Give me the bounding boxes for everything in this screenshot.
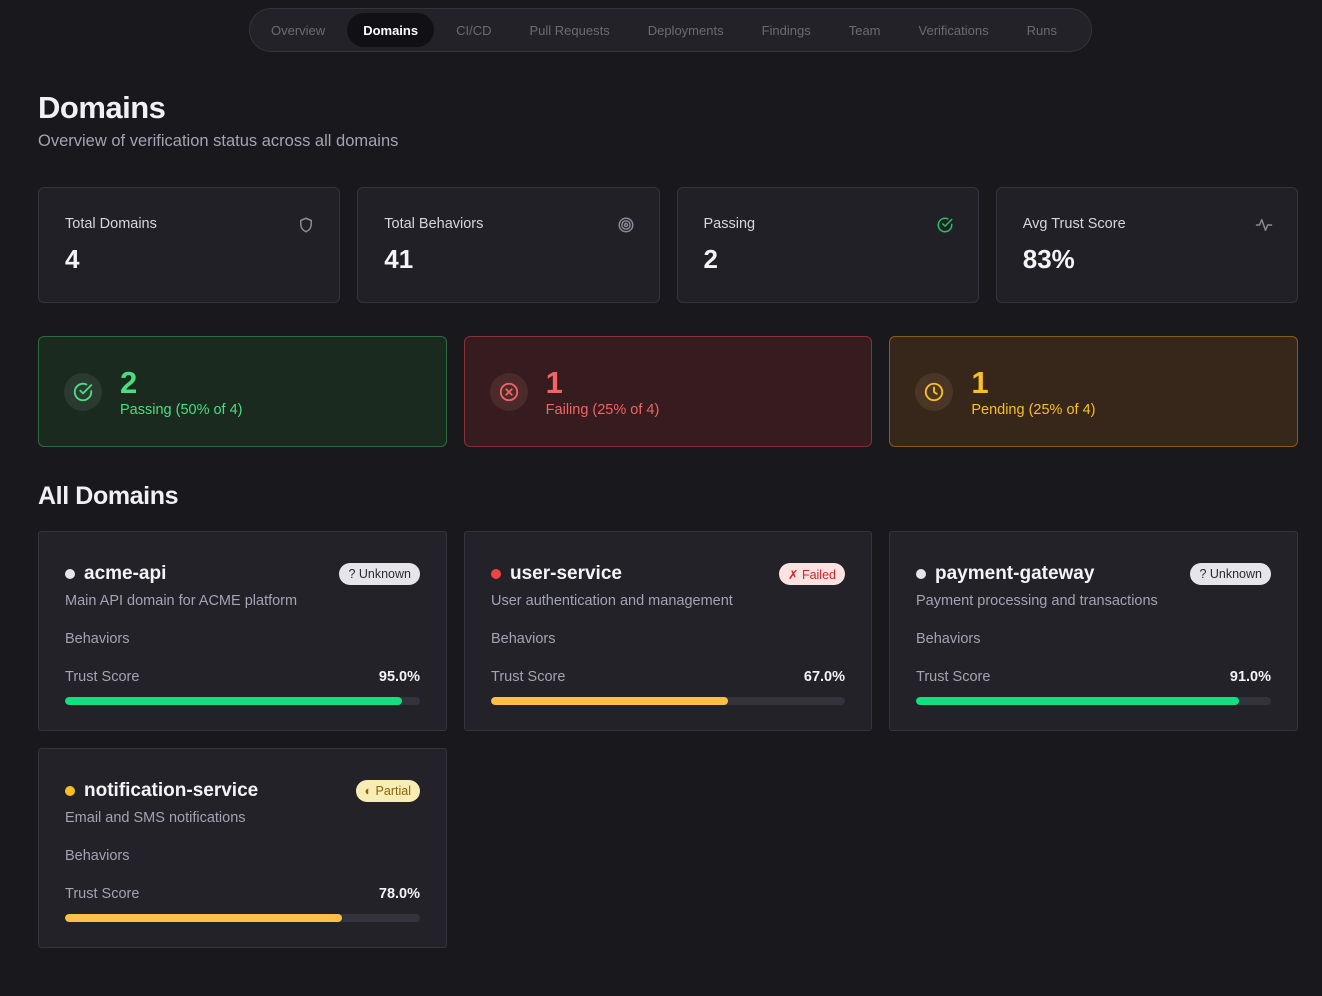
tab-verifications[interactable]: Verifications bbox=[903, 13, 1005, 47]
trust-score-bar bbox=[65, 914, 420, 922]
behaviors-label: Behaviors bbox=[65, 631, 130, 647]
check-circle-icon bbox=[937, 217, 953, 233]
summary-text: Passing (50% of 4) bbox=[120, 401, 243, 418]
domain-card-acme-api[interactable]: acme-api ? Unknown Main API domain for A… bbox=[38, 531, 447, 731]
stat-label: Avg Trust Score bbox=[1022, 216, 1126, 232]
domain-description: Email and SMS notifications bbox=[65, 810, 246, 826]
stat-label: Total Behaviors bbox=[384, 216, 484, 232]
trust-score-fill bbox=[491, 697, 729, 705]
trust-score-fill bbox=[65, 914, 342, 922]
section-title: All Domains bbox=[38, 482, 179, 510]
top-nav: Overview Domains CI/CD Pull Requests Dep… bbox=[249, 8, 1092, 52]
trust-score-label: Trust Score bbox=[491, 669, 566, 685]
tab-domains[interactable]: Domains bbox=[347, 13, 435, 47]
tab-ci-cd[interactable]: CI/CD bbox=[440, 13, 507, 47]
behaviors-label: Behaviors bbox=[916, 631, 981, 647]
trust-score-fill bbox=[65, 697, 403, 705]
status-dot bbox=[65, 569, 75, 579]
status-badge: ? Unknown bbox=[339, 563, 420, 585]
domain-name: payment-gateway bbox=[935, 563, 1095, 584]
status-dot bbox=[916, 569, 926, 579]
tab-overview[interactable]: Overview bbox=[255, 13, 341, 47]
page-title: Domains bbox=[38, 90, 166, 125]
domain-name: acme-api bbox=[84, 563, 167, 584]
shield-icon bbox=[300, 217, 313, 233]
status-dot bbox=[491, 569, 501, 579]
domain-card-payment-gateway[interactable]: payment-gateway ? Unknown Payment proces… bbox=[889, 531, 1298, 731]
summary-failing: 1 Failing (25% of 4) bbox=[463, 336, 873, 447]
summary-text: Failing (25% of 4) bbox=[545, 401, 660, 418]
stat-value: 83% bbox=[1022, 244, 1075, 274]
tab-pull-requests[interactable]: Pull Requests bbox=[513, 13, 625, 47]
tab-findings[interactable]: Findings bbox=[746, 13, 827, 47]
domain-description: User authentication and management bbox=[491, 593, 733, 609]
trust-score-value: 78.0% bbox=[378, 886, 420, 902]
trust-score-value: 67.0% bbox=[803, 669, 845, 685]
stat-value: 4 bbox=[65, 244, 80, 274]
target-icon bbox=[618, 217, 633, 233]
status-dot bbox=[65, 786, 75, 796]
trust-score-value: 95.0% bbox=[378, 669, 420, 685]
domain-name: user-service bbox=[510, 563, 622, 584]
trust-score-fill bbox=[916, 697, 1240, 705]
summary-text: Pending (25% of 4) bbox=[971, 401, 1096, 418]
summary-row: 2 Passing (50% of 4) 1 Failing (25% of 4… bbox=[38, 336, 1299, 447]
page-subtitle: Overview of verification status across a… bbox=[38, 132, 399, 150]
domain-card-user-service[interactable]: user-service ✗ Failed User authenticatio… bbox=[464, 531, 872, 731]
x-circle-icon bbox=[489, 372, 528, 411]
status-badge: ✗ Failed bbox=[779, 563, 845, 585]
tab-deployments[interactable]: Deployments bbox=[632, 13, 740, 47]
trust-score-label: Trust Score bbox=[916, 669, 991, 685]
stat-card-passing: Passing 2 bbox=[676, 187, 979, 303]
domain-name: notification-service bbox=[84, 780, 259, 801]
summary-count: 1 bbox=[545, 364, 563, 400]
trust-score-label: Trust Score bbox=[65, 886, 140, 902]
stats-row: Total Domains 4 Total Behaviors 41 Passi… bbox=[38, 187, 1298, 303]
summary-passing: 2 Passing (50% of 4) bbox=[38, 336, 447, 447]
behaviors-label: Behaviors bbox=[65, 848, 130, 864]
clock-icon bbox=[915, 372, 954, 411]
stat-card-total-domains: Total Domains 4 bbox=[38, 187, 341, 303]
stat-label: Total Domains bbox=[65, 216, 157, 232]
trust-score-bar bbox=[916, 697, 1271, 705]
behaviors-label: Behaviors bbox=[491, 631, 556, 647]
check-circle-icon bbox=[64, 372, 102, 411]
activity-icon bbox=[1255, 219, 1273, 231]
summary-pending: 1 Pending (25% of 4) bbox=[889, 336, 1299, 447]
status-badge: ◐ Partial bbox=[355, 780, 420, 802]
trust-score-bar bbox=[65, 697, 420, 705]
stat-card-total-behaviors: Total Behaviors 41 bbox=[357, 187, 660, 303]
trust-score-value: 91.0% bbox=[1229, 669, 1271, 685]
stat-card-avg-trust: Avg Trust Score 83% bbox=[995, 187, 1298, 303]
tab-runs[interactable]: Runs bbox=[1011, 13, 1073, 47]
status-badge: ? Unknown bbox=[1190, 563, 1271, 585]
domain-description: Main API domain for ACME platform bbox=[65, 593, 298, 609]
trust-score-label: Trust Score bbox=[65, 669, 140, 685]
summary-count: 1 bbox=[971, 364, 989, 400]
stat-label: Passing bbox=[703, 216, 756, 232]
stat-value: 2 bbox=[703, 244, 718, 274]
summary-count: 2 bbox=[120, 364, 138, 400]
tab-team[interactable]: Team bbox=[833, 13, 897, 47]
trust-score-bar bbox=[491, 697, 845, 705]
domain-description: Payment processing and transactions bbox=[916, 593, 1158, 609]
domain-card-notification-service[interactable]: notification-service ◐ Partial Email and… bbox=[38, 748, 447, 948]
stat-value: 41 bbox=[384, 244, 414, 274]
